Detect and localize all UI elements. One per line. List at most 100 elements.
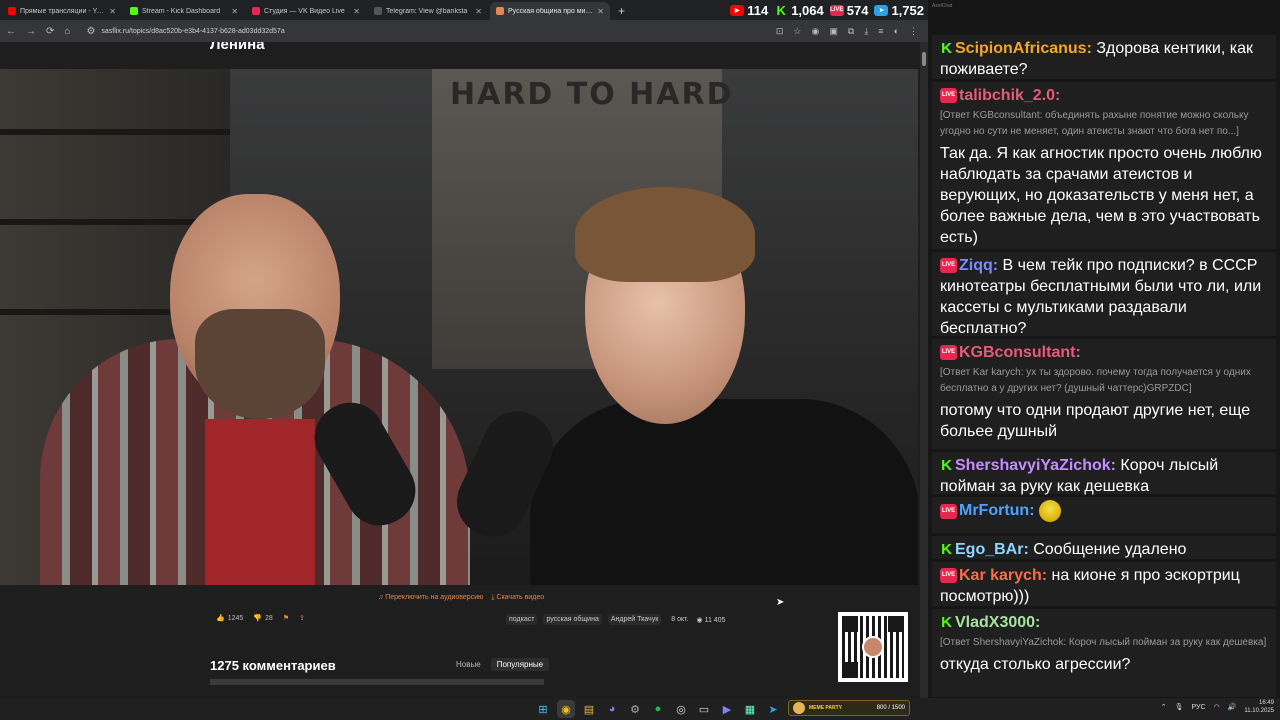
kick-icon: K	[776, 2, 786, 18]
chat-text: откуда столько агрессии?	[940, 656, 1131, 673]
youtube-icon: ▶	[730, 4, 745, 16]
files-icon[interactable]: ▤	[580, 700, 598, 718]
video-player[interactable]: HARD TO HARD	[0, 69, 918, 585]
address-bar[interactable]: ⚙ sasflix.ru/topics/d8ac520b-e3b4-4137-b…	[80, 23, 765, 39]
chat-username: Kar karych:	[959, 567, 1048, 584]
comments-title: 1275 комментариев	[210, 658, 336, 673]
kick-icon	[130, 7, 138, 15]
reading-icon[interactable]: ≡	[878, 26, 883, 37]
tab-youtube[interactable]: Прямые трансляции - YouTube✕	[2, 2, 122, 20]
close-icon[interactable]: ✕	[231, 7, 238, 16]
extension-icon[interactable]: ◉	[812, 26, 820, 37]
vk-live-icon: LIVE	[829, 4, 844, 16]
like-button[interactable]: 👍 1245	[216, 614, 243, 623]
download-video-link[interactable]: ⤓ Скачать видео	[491, 594, 544, 602]
site-info-icon[interactable]: ⚙	[86, 26, 95, 37]
download-icon[interactable]: ⤓	[864, 26, 868, 37]
meme-party-widget[interactable]: MEME PARTY 800 / 1500	[788, 700, 910, 716]
reload-icon[interactable]: ⟳	[46, 26, 54, 37]
game-icon[interactable]: ▭	[695, 700, 713, 718]
close-icon[interactable]: ✕	[353, 7, 360, 16]
new-tab-button[interactable]: +	[618, 2, 625, 20]
chat-message: LIVE talibchik_2.0: [Ответ KGBconsultant: …	[932, 82, 1276, 249]
home-icon[interactable]: ⌂	[64, 26, 70, 37]
spotify-icon[interactable]: ●	[649, 700, 667, 718]
obs-icon[interactable]: ◎	[672, 700, 690, 718]
sasflix-icon	[496, 7, 504, 15]
chat-app-label: AxelChat	[932, 3, 953, 9]
tag[interactable]: подкаст	[506, 614, 538, 625]
bookmark-star-icon[interactable]: ☆	[793, 26, 801, 37]
forward-icon[interactable]: →	[26, 26, 36, 37]
youtube-icon	[8, 7, 16, 15]
media-icon[interactable]: ▶	[718, 700, 736, 718]
browser-window: Прямые трансляции - YouTube✕ Stream - Ki…	[0, 0, 928, 698]
start-icon[interactable]: ⊞	[534, 700, 552, 718]
chat-text: потому что одни продают другие нет, еще …	[940, 402, 1251, 440]
vk-live-badge-icon: LIVE	[940, 568, 957, 584]
stat-vk-live: LIVE 574	[829, 2, 869, 18]
steam-icon[interactable]: ⚙	[626, 700, 644, 718]
chat-reply-quote: [Ответ KGBconsultant: объединять рахыне …	[940, 110, 1249, 137]
page-scrollbar[interactable]	[920, 42, 928, 698]
system-tray: ⌃ 🎙 РУС ◠ 🔊 16:49 11.10.2025	[1161, 699, 1274, 715]
tag[interactable]: Андрей Ткачук	[607, 614, 662, 625]
tab-vk[interactable]: Студия — VK Видео Live ✕	[246, 2, 366, 20]
chat-username: ShershavyiYaZichok:	[955, 457, 1116, 474]
extensions-puzzle-icon[interactable]: ⧉	[848, 26, 854, 37]
kick-badge-icon: K	[941, 457, 952, 475]
install-icon[interactable]: ⊡	[776, 26, 784, 37]
chat-emote-icon	[1038, 500, 1061, 522]
tab-popular[interactable]: Популярные	[490, 658, 550, 671]
chat-message: K ShershavyiYaZichok: Короч лысый пойман …	[932, 452, 1276, 495]
lang-indicator[interactable]: РУС	[1192, 704, 1206, 711]
mic-icon[interactable]: 🎙	[1175, 703, 1184, 711]
qr-code	[838, 612, 908, 682]
discord-icon[interactable]: ◕	[603, 700, 621, 718]
menu-icon[interactable]: ⋮	[909, 26, 918, 37]
chat-username: MrFortun:	[959, 502, 1035, 520]
chat-username: Ego_BAr:	[955, 541, 1029, 558]
close-icon[interactable]: ✕	[109, 7, 116, 16]
clock[interactable]: 16:49 11.10.2025	[1244, 699, 1274, 715]
dislike-button[interactable]: 👎 28	[253, 614, 273, 623]
audio-version-link[interactable]: ♫ Переключить на аудиоверсию	[378, 594, 483, 602]
host-left-shirt	[205, 419, 315, 585]
telegram-icon[interactable]: ➤	[764, 700, 782, 718]
chat-message: LIVE MrFortun:	[932, 497, 1276, 533]
chrome-icon[interactable]: ◉	[557, 700, 575, 718]
close-icon[interactable]: ✕	[475, 7, 482, 16]
comment-input-bar[interactable]	[210, 679, 544, 685]
thumb-down-icon: 👎	[253, 615, 263, 622]
video-meta: 8 окт. ◉ 11 405	[671, 616, 725, 624]
tab-kick[interactable]: Stream - Kick Dashboard ✕	[124, 2, 244, 20]
volume-icon[interactable]: 🔊	[1228, 703, 1237, 711]
chat-reply-quote: [Ответ Kar karych: ух ты здорово. почему…	[940, 367, 1251, 394]
tray-chevron-icon[interactable]: ⌃	[1161, 703, 1167, 711]
toolbar-icons: ⊡ ☆ ◉ ▣ ⧉ ⤓ ≡ ◐ ⋮	[776, 26, 928, 37]
tab-telegram[interactable]: Telegram: View @banksta ✕	[368, 2, 488, 20]
chat-username: VladX3000:	[955, 614, 1041, 631]
scroll-thumb[interactable]	[922, 52, 926, 66]
taskbar: ⊞ ◉ ▤ ◕ ⚙ ● ◎ ▭ ▶ ▦ ➤ MEME PARTY 800 / 1…	[0, 698, 1280, 720]
chat-message: LIVE Kar karych: на кионе я про эскортриц…	[932, 562, 1276, 606]
chat-username: ScipionAfricanus:	[955, 40, 1092, 57]
back-icon[interactable]: ←	[6, 26, 16, 37]
tag[interactable]: русская община	[543, 614, 602, 625]
chat-username: KGBconsultant:	[959, 344, 1081, 361]
doge-icon	[793, 702, 805, 714]
wifi-icon[interactable]: ◠	[1214, 703, 1220, 711]
tab-sasflix[interactable]: Русская община про мигр... ✕	[490, 2, 610, 20]
views: ◉ 11 405	[696, 616, 726, 624]
screen-icon[interactable]: ▦	[741, 700, 759, 718]
share-button[interactable]: ⇪	[299, 614, 305, 622]
video-links: ♫ Переключить на аудиоверсию ⤓ Скачать в…	[378, 594, 544, 602]
chat-reply-quote: [Ответ ShershavyiYaZichok: Короч лысый п…	[940, 637, 1267, 648]
screenshot-icon[interactable]: ▣	[829, 26, 838, 37]
close-icon[interactable]: ✕	[597, 7, 604, 16]
bookmark-button[interactable]: ⚑	[283, 614, 289, 622]
eye-icon: ◉	[696, 616, 703, 624]
profile-icon[interactable]: ◐	[894, 26, 899, 37]
tab-newest[interactable]: Новые	[450, 658, 487, 671]
vk-live-badge-icon: LIVE	[940, 503, 957, 519]
